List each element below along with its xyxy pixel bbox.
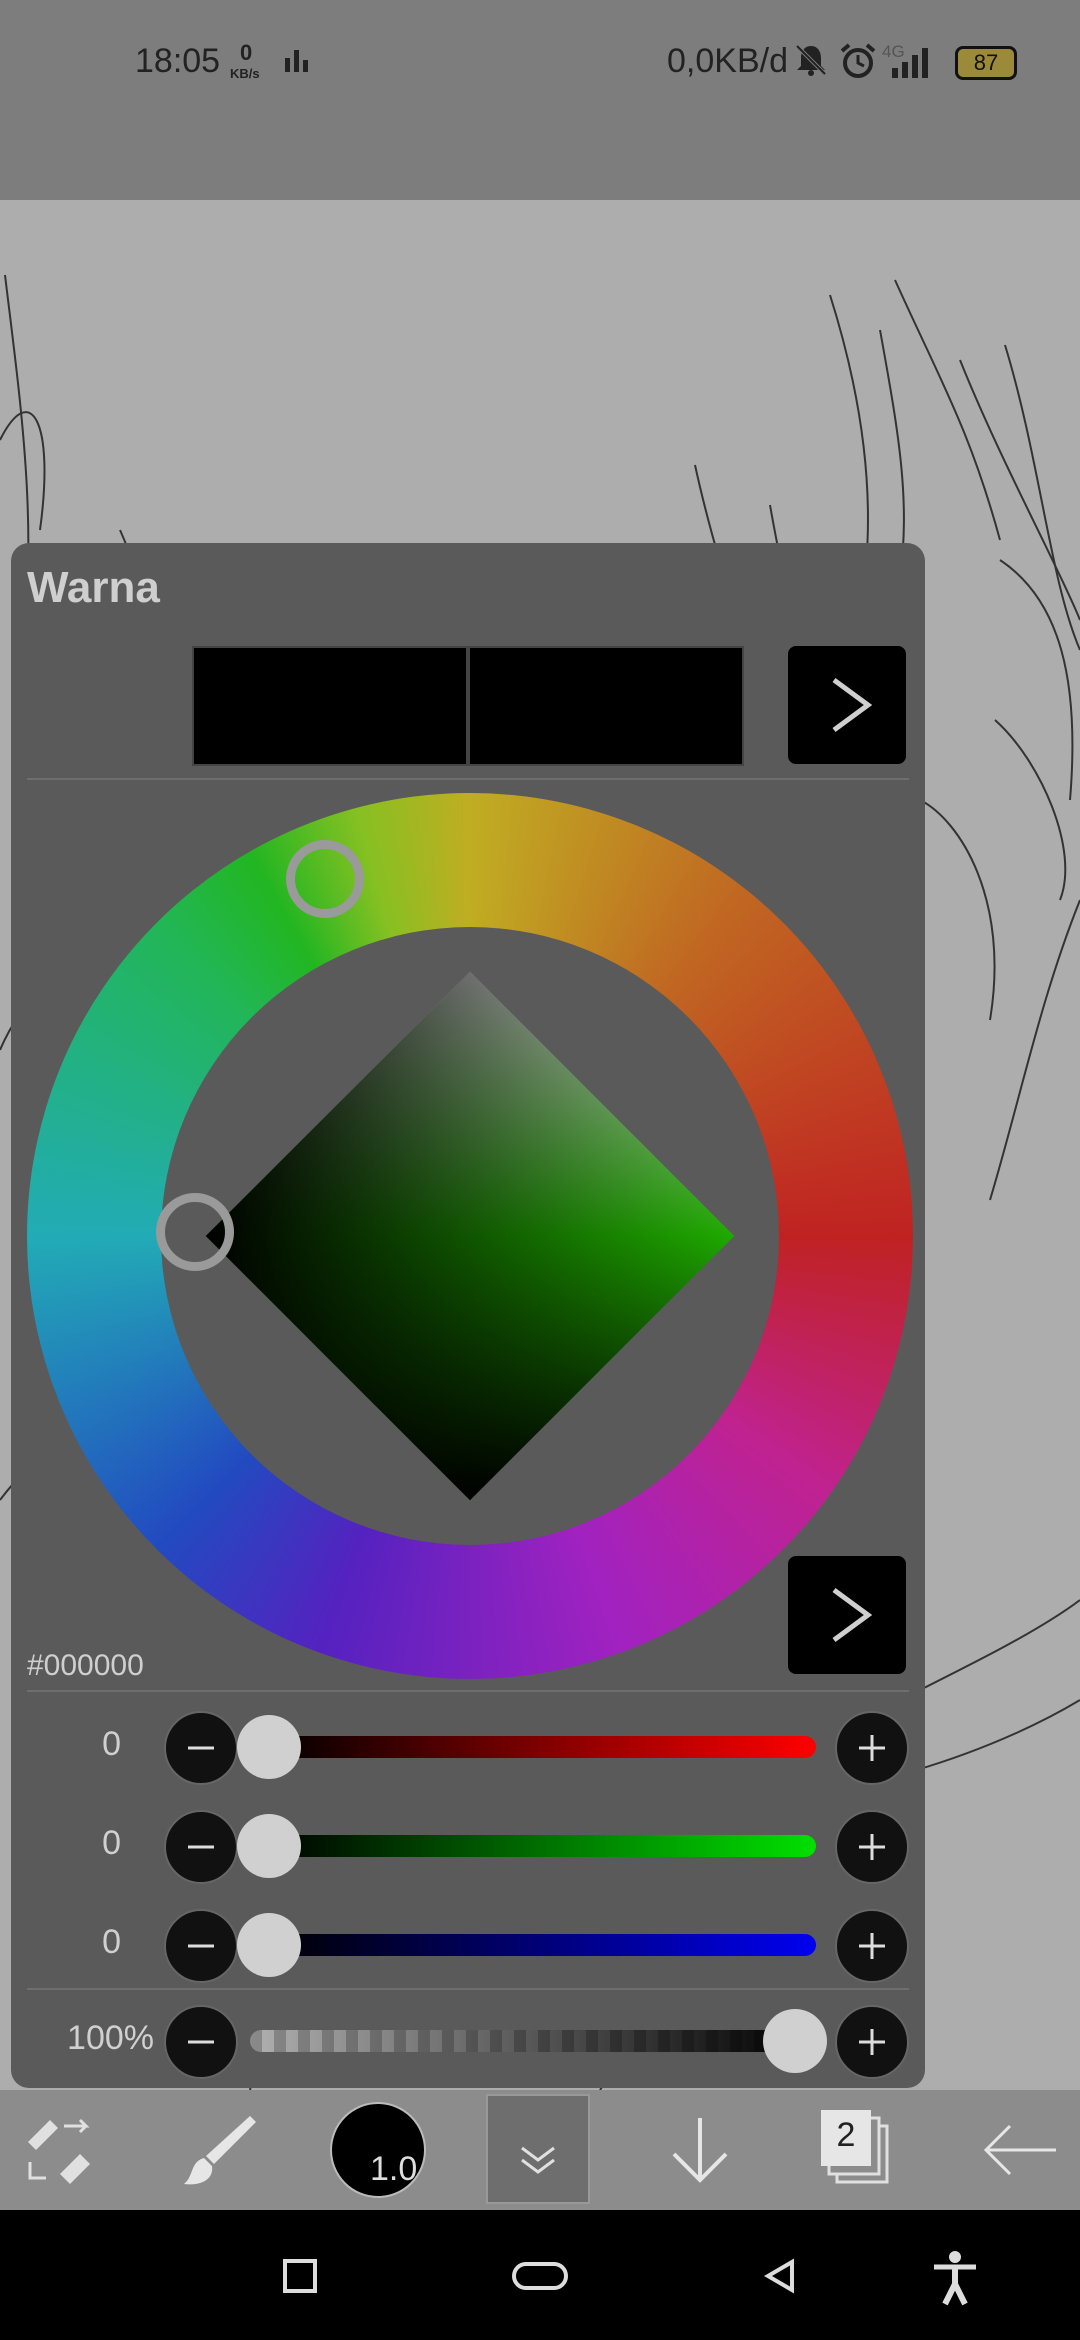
- red-slider-knob[interactable]: [237, 1715, 301, 1779]
- battery-icon: 87: [955, 46, 1017, 80]
- previous-color-swatch[interactable]: [468, 646, 744, 766]
- arrow-left-icon: [983, 2124, 1056, 2176]
- net-speed-value: 0: [240, 40, 253, 65]
- red-value: 0: [102, 1725, 121, 1763]
- triangle-back-icon: [764, 2258, 794, 2294]
- minus-icon: [188, 1944, 214, 1948]
- green-minus-button[interactable]: [164, 1810, 238, 1884]
- blue-value: 0: [102, 1923, 121, 1961]
- data-usage: 0,0KB/d: [667, 42, 788, 80]
- minus-icon: [188, 2040, 214, 2044]
- panel-title: Warna: [27, 563, 160, 612]
- opacity-plus-button[interactable]: [835, 2005, 909, 2079]
- color-history-arrow-button[interactable]: [788, 646, 906, 764]
- brush-size-button[interactable]: 1.0: [330, 2102, 426, 2198]
- plus-icon: [859, 1834, 885, 1860]
- swap-tools-button[interactable]: [20, 2112, 100, 2192]
- drawing-canvas[interactable]: Warna #000000 0 0 0 100%: [0, 200, 1080, 2090]
- green-slider-row: 0: [11, 1806, 925, 1886]
- red-slider-row: 0: [11, 1707, 925, 1787]
- accessibility-button[interactable]: [930, 2250, 980, 2306]
- blue-slider-row: 0: [11, 1905, 925, 1985]
- red-plus-button[interactable]: [835, 1711, 909, 1785]
- mute-bell-icon: [793, 42, 829, 83]
- layer-count: 2: [836, 2116, 856, 2154]
- green-plus-button[interactable]: [835, 1810, 909, 1884]
- color-mode-arrow-button[interactable]: [788, 1556, 906, 1674]
- blue-slider-track[interactable]: [269, 1934, 816, 1956]
- red-slider-track[interactable]: [269, 1736, 816, 1758]
- color-square-selector[interactable]: [156, 1193, 234, 1271]
- home-button[interactable]: [510, 2256, 570, 2296]
- minus-icon: [188, 1746, 214, 1750]
- chevron-right-icon: [832, 677, 873, 733]
- signal-icon: [890, 46, 940, 85]
- system-nav-bar: [0, 2210, 1080, 2340]
- opacity-slider-row: 100%: [11, 2001, 925, 2081]
- back-button[interactable]: [980, 2110, 1060, 2190]
- battery-level: 87: [973, 50, 999, 75]
- net-speed-unit: KB/s: [230, 66, 260, 81]
- brush-size-value: 1.0: [370, 2150, 418, 2188]
- brush-button[interactable]: [180, 2110, 260, 2190]
- opacity-slider-track[interactable]: [250, 2030, 806, 2052]
- arrow-down-icon: [672, 2118, 728, 2183]
- hex-value: #000000: [27, 1649, 144, 1682]
- recents-button[interactable]: [280, 2256, 320, 2296]
- opacity-value: 100%: [67, 2019, 154, 2057]
- status-time: 18:05: [135, 42, 221, 80]
- equalizer-icon: [285, 48, 311, 79]
- nav-back-button[interactable]: [760, 2256, 800, 2296]
- color-panel: Warna #000000 0 0 0 100%: [11, 543, 925, 2088]
- chevron-right-icon: [832, 1587, 873, 1643]
- opacity-slider-knob[interactable]: [763, 2009, 827, 2073]
- green-slider-knob[interactable]: [237, 1814, 301, 1878]
- red-minus-button[interactable]: [164, 1711, 238, 1785]
- panel-divider-opacity: [27, 1988, 909, 1990]
- square-icon: [283, 2259, 317, 2293]
- minus-icon: [188, 1845, 214, 1849]
- brush-icon: [184, 2116, 256, 2185]
- accessibility-icon: [934, 2251, 976, 2306]
- blue-minus-button[interactable]: [164, 1909, 238, 1983]
- plus-icon: [859, 1933, 885, 1959]
- current-color-swatch[interactable]: [192, 646, 468, 766]
- layers-button[interactable]: 2: [815, 2100, 905, 2200]
- chevron-double-down-icon: [521, 2146, 555, 2174]
- bottom-toolbar: 1.0 2: [0, 2090, 1080, 2210]
- swap-tools-icon: [28, 2118, 90, 2184]
- opacity-minus-button[interactable]: [164, 2005, 238, 2079]
- green-slider-track[interactable]: [269, 1835, 816, 1857]
- alarm-icon: [839, 42, 877, 85]
- blue-slider-knob[interactable]: [237, 1913, 301, 1977]
- collapse-button[interactable]: [486, 2094, 590, 2204]
- blue-plus-button[interactable]: [835, 1909, 909, 1983]
- status-bar: 18:05 0 KB/s 0,0KB/d 4G 87: [0, 0, 1080, 200]
- pill-home-icon: [512, 2262, 568, 2290]
- plus-icon: [859, 1735, 885, 1761]
- hue-ring-selector[interactable]: [286, 840, 364, 918]
- green-value: 0: [102, 1824, 121, 1862]
- panel-divider-hex: [27, 1690, 909, 1692]
- panel-divider-top: [27, 778, 909, 780]
- plus-icon: [859, 2029, 885, 2055]
- download-button[interactable]: [660, 2110, 740, 2190]
